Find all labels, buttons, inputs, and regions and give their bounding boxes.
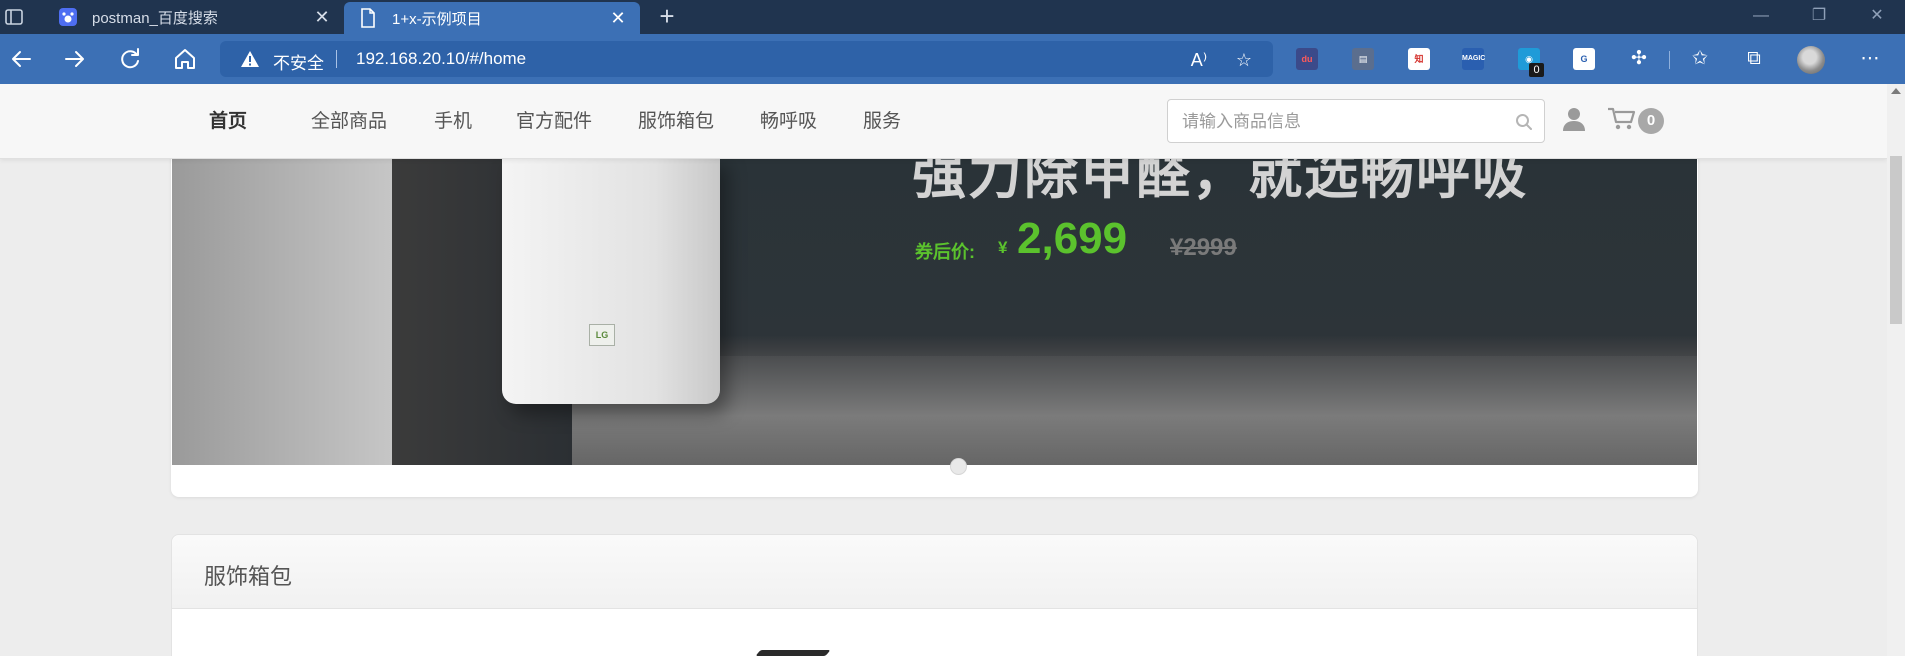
user-icon[interactable] bbox=[1561, 106, 1587, 132]
toolbar-divider bbox=[1669, 51, 1670, 69]
baidu-favicon-icon bbox=[58, 7, 78, 27]
product-search[interactable] bbox=[1167, 99, 1545, 144]
page-favicon-icon bbox=[358, 8, 378, 28]
banner-headline: 强力除甲醛，就选畅呼吸 bbox=[912, 156, 1528, 205]
window-close-icon[interactable]: ✕ bbox=[1848, 0, 1905, 34]
product-image-partial[interactable] bbox=[755, 650, 831, 656]
warning-icon[interactable] bbox=[240, 50, 260, 68]
page-viewport: 首页 全部商品 手机 官方配件 服饰箱包 畅呼吸 服务 0 LG 强力除甲醛，就… bbox=[0, 84, 1887, 656]
read-aloud-icon[interactable]: A⁾ bbox=[1188, 49, 1210, 71]
security-label[interactable]: 不安全 bbox=[273, 49, 324, 74]
restore-icon[interactable]: ❐ bbox=[1790, 0, 1848, 34]
favorites-icon[interactable]: ✩ bbox=[1688, 47, 1712, 71]
new-tab-icon[interactable]: + bbox=[652, 2, 682, 32]
section-header: 服饰箱包 bbox=[172, 535, 1697, 609]
nav-accessories[interactable]: 官方配件 bbox=[516, 106, 592, 133]
nav-phones[interactable]: 手机 bbox=[434, 106, 472, 133]
promo-price: 2,699 bbox=[1017, 214, 1128, 263]
extension-reader-icon[interactable]: ▤ bbox=[1352, 48, 1374, 70]
extension-zhi-icon[interactable]: 知 bbox=[1408, 48, 1430, 70]
nav-air[interactable]: 畅呼吸 bbox=[760, 106, 817, 133]
carousel-dot[interactable] bbox=[950, 458, 967, 475]
tab-demo-project[interactable]: 1+x-示例项目 ✕ bbox=[344, 2, 640, 34]
address-divider bbox=[336, 50, 337, 68]
back-icon[interactable] bbox=[6, 44, 36, 74]
nav-home[interactable]: 首页 bbox=[209, 106, 247, 133]
search-icon[interactable] bbox=[1514, 112, 1534, 132]
minimize-icon[interactable]: — bbox=[1732, 0, 1790, 34]
search-input[interactable] bbox=[1168, 100, 1514, 144]
original-price: ¥2999 bbox=[1170, 234, 1237, 261]
scroll-up-arrow-icon[interactable] bbox=[1891, 88, 1901, 94]
browser-toolbar: 不安全 192.168.20.10/#/home A⁾ ☆ du ▤ 知 MAG… bbox=[0, 34, 1905, 84]
forward-icon[interactable] bbox=[60, 44, 90, 74]
promo-banner[interactable]: LG 强力除甲醛，就选畅呼吸 券后价: ¥ 2,699 ¥2999 bbox=[172, 156, 1697, 465]
tab-close-icon[interactable]: ✕ bbox=[606, 8, 630, 29]
more-icon[interactable]: ⋯ bbox=[1858, 47, 1882, 71]
tab-title: postman_百度搜索 bbox=[92, 9, 218, 27]
tab-postman-search[interactable]: postman_百度搜索 ✕ bbox=[44, 0, 344, 34]
tab-title: 1+x-示例项目 bbox=[392, 10, 482, 28]
price-currency: ¥ bbox=[998, 238, 1008, 257]
extension-translate-icon[interactable]: G bbox=[1573, 48, 1595, 70]
extension-magic-icon[interactable]: MAGIC bbox=[1462, 48, 1485, 70]
banner-wall bbox=[172, 156, 397, 465]
price-prefix: 券后价: bbox=[915, 242, 975, 262]
section-title: 服饰箱包 bbox=[204, 564, 293, 589]
scrollbar-thumb[interactable] bbox=[1887, 156, 1905, 324]
extension-du-icon[interactable]: du bbox=[1296, 48, 1318, 70]
category-section: 服饰箱包 bbox=[171, 534, 1698, 656]
profile-avatar[interactable] bbox=[1797, 46, 1825, 74]
brand-logo-icon: LG bbox=[589, 324, 615, 346]
url-text[interactable]: 192.168.20.10/#/home bbox=[356, 49, 526, 69]
extension-count-badge: 0 bbox=[1529, 63, 1544, 77]
extensions-icon[interactable]: ✣ bbox=[1627, 47, 1651, 71]
browser-tab-bar: postman_百度搜索 ✕ 1+x-示例项目 ✕ + — ❐ ✕ bbox=[0, 0, 1905, 34]
nav-apparel-bags[interactable]: 服饰箱包 bbox=[638, 106, 714, 133]
refresh-icon[interactable] bbox=[115, 44, 145, 74]
site-header: 首页 全部商品 手机 官方配件 服饰箱包 畅呼吸 服务 0 bbox=[0, 84, 1887, 159]
nav-all-products[interactable]: 全部商品 bbox=[311, 106, 387, 133]
cart-count-badge[interactable]: 0 bbox=[1638, 108, 1664, 134]
air-purifier-image bbox=[502, 156, 720, 404]
home-icon[interactable] bbox=[170, 44, 200, 74]
cart-icon[interactable] bbox=[1607, 106, 1637, 132]
add-favorite-icon[interactable]: ☆ bbox=[1233, 49, 1255, 71]
collections-icon[interactable]: ⧉ bbox=[1742, 47, 1766, 71]
nav-service[interactable]: 服务 bbox=[863, 106, 901, 133]
address-bar[interactable]: 不安全 192.168.20.10/#/home A⁾ ☆ bbox=[220, 41, 1273, 77]
tab-close-icon[interactable]: ✕ bbox=[310, 7, 334, 28]
tab-actions-icon[interactable] bbox=[4, 7, 24, 27]
